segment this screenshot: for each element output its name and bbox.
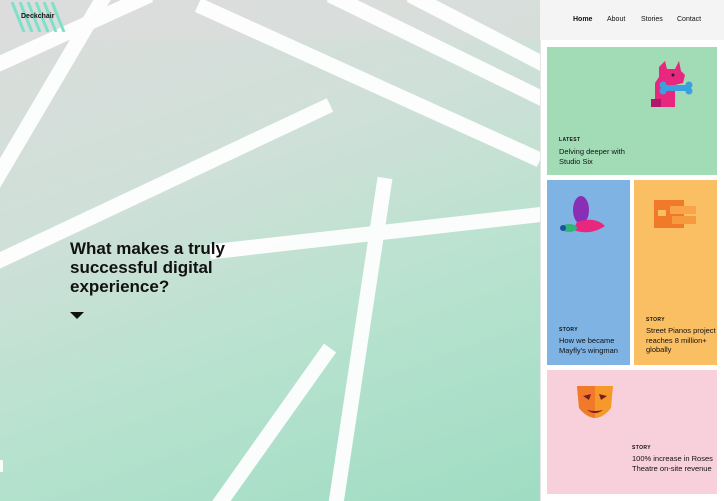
nav-home[interactable]: Home <box>573 16 592 23</box>
mayfly-icon <box>560 196 605 233</box>
card-tag: STORY <box>559 327 578 333</box>
dog-bone-icon <box>651 61 693 107</box>
theatre-mask-icon <box>577 386 613 418</box>
nav-about[interactable]: About <box>607 16 625 23</box>
hero-headline: What makes a truly successful digital ex… <box>70 239 225 296</box>
story-card-studio-six[interactable]: LATEST Delving deeper with Studio Six <box>547 47 717 175</box>
nav-contact[interactable]: Contact <box>677 16 701 23</box>
card-tag: STORY <box>632 445 651 451</box>
main-nav: Home About Stories Contact <box>540 0 724 40</box>
card-tag: STORY <box>646 317 665 323</box>
story-card-mayfly[interactable]: STORY How we became Mayfly's wingman <box>547 180 630 365</box>
card-title: Delving deeper with Studio Six <box>559 147 625 166</box>
nav-stories[interactable]: Stories <box>641 16 663 23</box>
brand-name[interactable]: Deckchair <box>21 13 54 20</box>
card-tag: LATEST <box>559 137 581 143</box>
card-title: 100% increase in Roses Theatre on-site r… <box>632 454 713 473</box>
piano-icon <box>654 200 696 228</box>
card-title: Street Pianos project reaches 8 million+… <box>646 326 716 354</box>
hero-section: Deckchair What makes a truly successful … <box>0 0 540 501</box>
story-card-roses-theatre[interactable]: STORY 100% increase in Roses Theatre on-… <box>547 370 717 494</box>
story-card-street-pianos[interactable]: STORY Street Pianos project reaches 8 mi… <box>634 180 717 365</box>
card-title: How we became Mayfly's wingman <box>559 336 618 355</box>
scroll-down-arrow-icon[interactable] <box>70 312 84 319</box>
